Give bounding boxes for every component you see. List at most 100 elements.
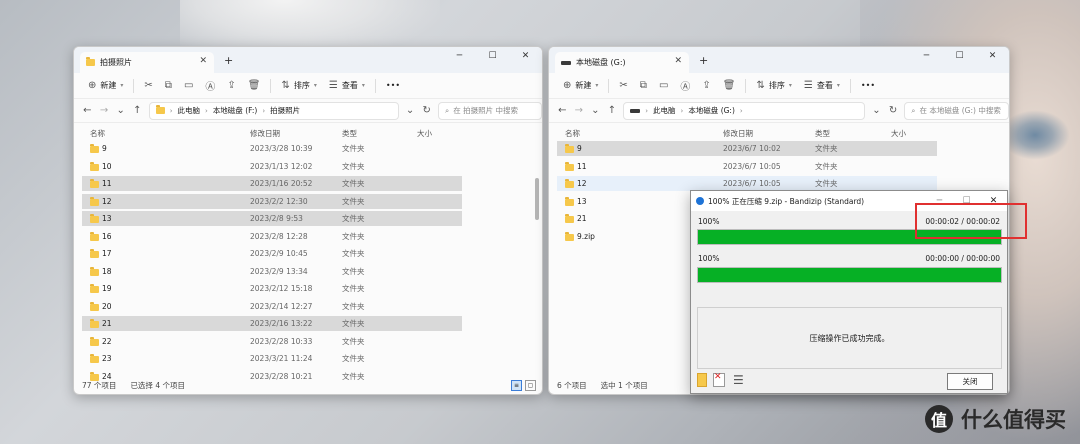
list-item[interactable]: 19 2023/2/12 15:18 文件夹 [82,281,462,296]
list-item[interactable]: 12 2023/6/7 10:05 文件夹 [557,176,937,191]
search-input[interactable]: ⌕ 在 本地磁盘 (G:) 中搜索 [904,101,1009,120]
delete-button[interactable]: 🗑 [717,73,742,98]
menu-icon[interactable]: ☰ [733,373,744,387]
folder-icon [565,214,574,223]
copy-button[interactable]: ⧉ [634,73,653,98]
list-item[interactable]: 10 2023/1/13 12:02 文件夹 [82,159,462,174]
rename-button[interactable]: Ⓐ [674,73,696,98]
minimize-icon[interactable]: ─ [910,47,943,67]
progress-bar-2 [697,267,1002,283]
command-bar: ⊕ 新建 ▾ ✂ ⧉ ▭ Ⓐ ⇪ 🗑 ⇅ 排序 ▾ ☰ 查看 ▾ ••• [549,73,1009,99]
list-item[interactable]: 16 2023/2/8 12:28 文件夹 [82,229,462,244]
column-date[interactable]: 修改日期 [250,128,280,139]
tab-photos[interactable]: 拍摄照片 ✕ [80,52,214,73]
rename-button[interactable]: Ⓐ [199,73,221,98]
delete-archive-icon[interactable] [713,372,727,387]
view-button[interactable]: ☰ 查看 ▾ [323,73,371,98]
watermark-badge: 值 [925,405,953,433]
minimize-icon[interactable]: ─ [443,47,476,67]
paste-button[interactable]: ▭ [653,73,674,98]
more-button[interactable]: ••• [855,73,881,98]
list-item[interactable]: 12 2023/2/2 12:30 文件夹 [82,193,462,209]
list-item[interactable]: 9 2023/6/7 10:02 文件夹 [557,141,937,156]
sort-button[interactable]: ⇅ 排序 ▾ [275,73,322,98]
list-item[interactable]: 9 2023/3/28 10:39 文件夹 [82,141,462,156]
list-item[interactable]: 11 2023/6/7 10:05 文件夹 [557,159,937,174]
sort-button[interactable]: ⇅ 排序 ▾ [750,73,797,98]
maximize-icon[interactable]: ☐ [476,47,509,67]
breadcrumb-folder[interactable]: 拍摄照片 [270,105,300,116]
share-button[interactable]: ⇪ [221,73,241,98]
new-button[interactable]: ⊕ 新建 ▾ [557,73,604,98]
tiles-view-icon[interactable]: ▢ [525,380,536,391]
close-tab-icon[interactable]: ✕ [199,56,207,66]
up-arrow-icon[interactable]: ↑ [132,105,143,116]
paste-button[interactable]: ▭ [178,73,199,98]
folder-icon [90,214,99,223]
close-button[interactable]: 关闭 [947,373,993,390]
list-item[interactable]: 17 2023/2/9 10:45 文件夹 [82,246,462,261]
folder-icon [90,319,99,328]
recent-chevron-icon[interactable]: ⌄ [590,105,601,116]
add-tab-icon[interactable]: + [224,54,233,67]
list-item[interactable]: 13 2023/2/8 9:53 文件夹 [82,211,462,226]
search-input[interactable]: ⌕ 在 拍摄照片 中搜索 [438,101,542,120]
list-item[interactable]: 18 2023/2/9 13:34 文件夹 [82,264,462,279]
red-highlight-box [915,203,1027,239]
column-type[interactable]: 类型 [815,128,830,139]
forward-arrow-icon[interactable]: → [99,105,110,116]
new-button[interactable]: ⊕ 新建 ▾ [82,73,129,98]
item-name: 10 [102,161,112,171]
share-button[interactable]: ⇪ [696,73,716,98]
folder-icon [565,179,574,188]
command-bar: ⊕ 新建 ▾ ✂ ⧉ ▭ Ⓐ ⇪ 🗑 ⇅ 排序 ▾ ☰ 查看 ▾ ••• [74,73,542,99]
item-date: 2023/2/2 12:30 [250,196,308,206]
folder-icon [90,301,99,311]
tab-drive-g[interactable]: 本地磁盘 (G:) ✕ [555,52,689,73]
breadcrumb[interactable]: › 此电脑 › 本地磁盘 (G:) › [623,101,866,120]
back-arrow-icon[interactable]: ← [557,105,568,116]
column-type[interactable]: 类型 [342,128,357,139]
more-button[interactable]: ••• [380,73,406,98]
maximize-icon[interactable]: ☐ [943,47,976,67]
dialog-title: 100% 正在压缩 9.zip - Bandizip (Standard) [708,196,865,206]
breadcrumb-drive[interactable]: 本地磁盘 (G:) [688,105,735,116]
recent-chevron-icon[interactable]: ⌄ [115,105,126,116]
dropdown-chevron-icon[interactable]: ⌄ [405,105,416,116]
divider [270,78,272,93]
folder-icon [90,161,99,171]
delete-button[interactable]: 🗑 [242,73,267,98]
view-button[interactable]: ☰ 查看 ▾ [798,73,846,98]
list-item[interactable]: 21 2023/2/16 13:22 文件夹 [82,316,462,331]
copy-button[interactable]: ⧉ [159,73,178,98]
refresh-icon[interactable]: ↻ [888,105,899,116]
column-size[interactable]: 大小 [891,128,906,139]
cut-button[interactable]: ✂ [138,73,158,98]
item-name: 13 [102,214,112,223]
refresh-icon[interactable]: ↻ [421,105,432,116]
cut-button[interactable]: ✂ [613,73,633,98]
breadcrumb-this-pc[interactable]: 此电脑 [178,105,201,116]
list-item[interactable]: 23 2023/3/21 11:24 文件夹 [82,351,462,366]
scrollbar-thumb[interactable] [535,178,539,220]
column-size[interactable]: 大小 [417,128,432,139]
add-tab-icon[interactable]: + [699,54,708,67]
close-icon[interactable]: ✕ [976,47,1009,67]
breadcrumb-this-pc[interactable]: 此电脑 [653,105,676,116]
details-view-icon[interactable]: ≡ [511,380,522,391]
list-item[interactable]: 22 2023/2/28 10:33 文件夹 [82,334,462,349]
column-date[interactable]: 修改日期 [723,128,753,139]
column-name[interactable]: 名称 [90,128,105,139]
breadcrumb-drive[interactable]: 本地磁盘 (F:) [213,105,258,116]
dropdown-chevron-icon[interactable]: ⌄ [871,105,882,116]
close-icon[interactable]: ✕ [509,47,542,67]
close-tab-icon[interactable]: ✕ [674,56,682,66]
column-name[interactable]: 名称 [565,128,580,139]
forward-arrow-icon[interactable]: → [574,105,585,116]
list-item[interactable]: 11 2023/1/16 20:52 文件夹 [82,176,462,191]
open-folder-icon[interactable] [697,373,707,387]
list-item[interactable]: 20 2023/2/14 12:27 文件夹 [82,299,462,314]
up-arrow-icon[interactable]: ↑ [607,105,618,116]
back-arrow-icon[interactable]: ← [82,105,93,116]
breadcrumb[interactable]: › 此电脑 › 本地磁盘 (F:) › 拍摄照片 [148,101,399,120]
